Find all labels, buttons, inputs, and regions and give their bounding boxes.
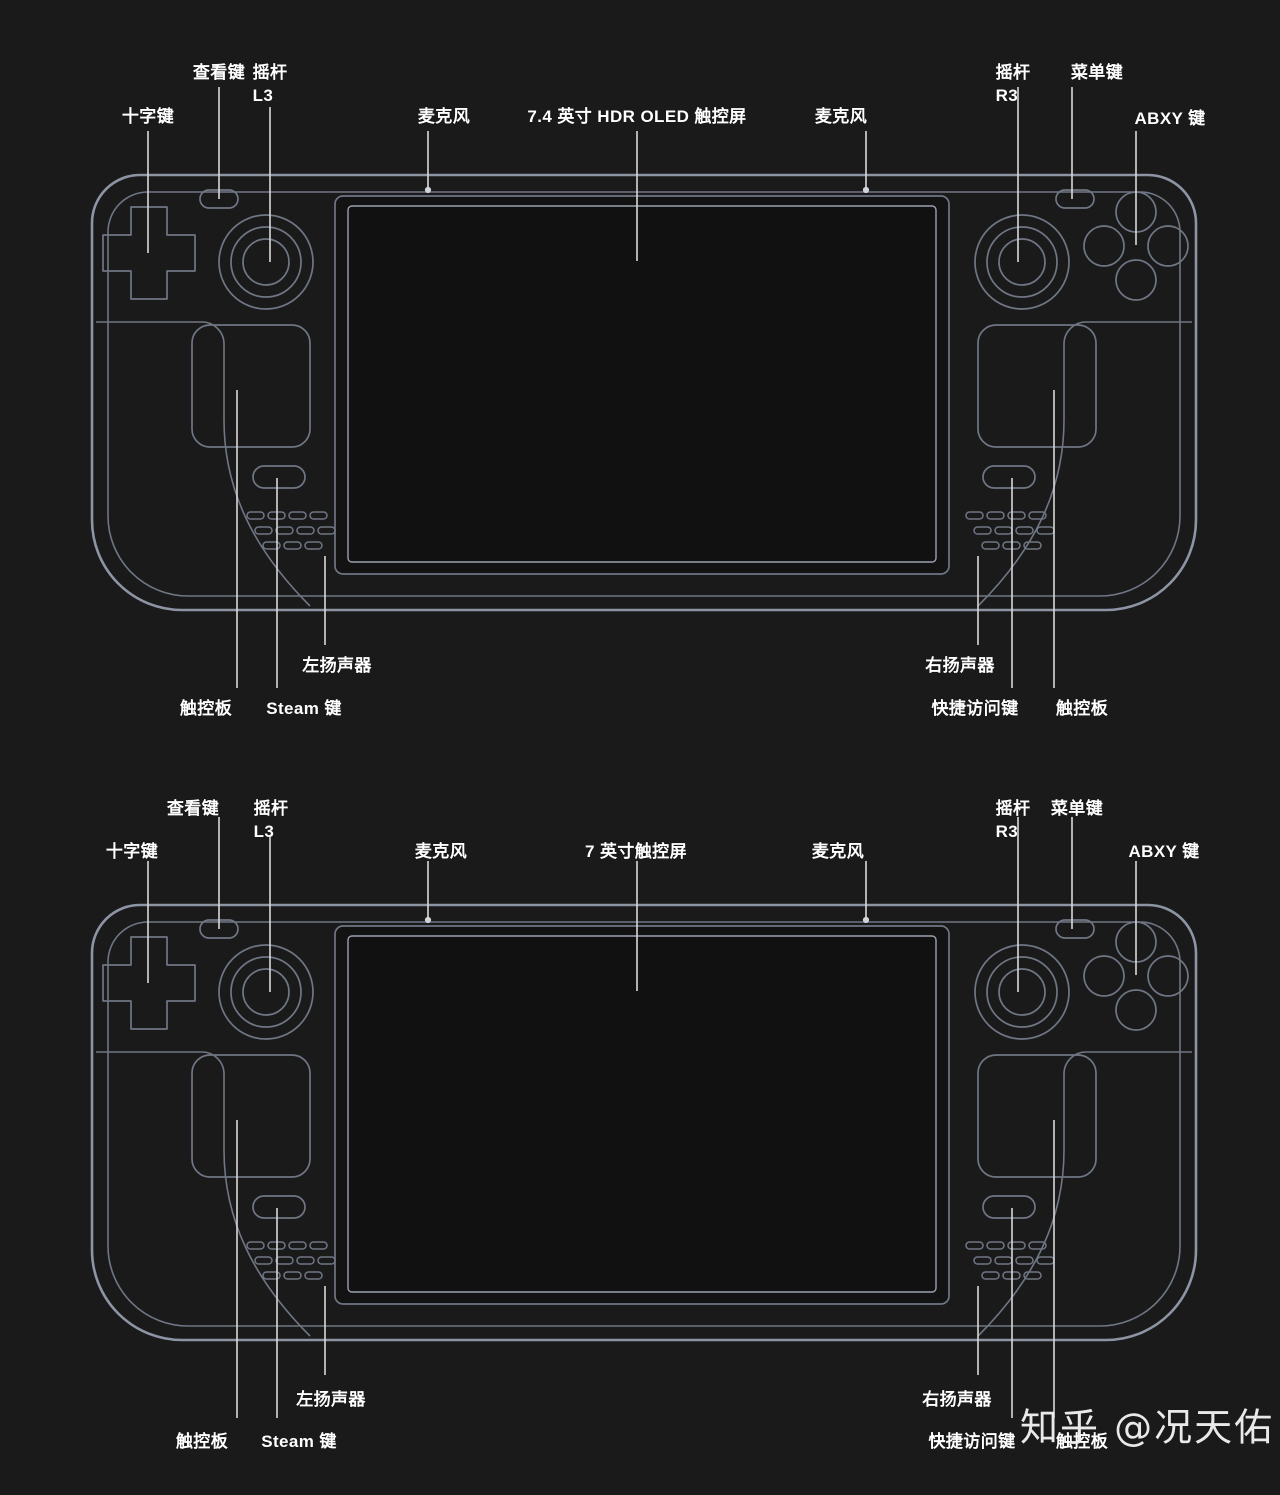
label-microphone-right: 麦克风 — [814, 107, 868, 126]
label-right-speaker-2: 右扬声器 — [922, 1390, 992, 1409]
device-linework — [90, 86, 1198, 1419]
label-right-stick: 摇杆 R3 — [995, 63, 1031, 105]
label-right-trackpad: 触控板 — [1055, 699, 1109, 718]
label-left-trackpad: 触控板 — [179, 699, 233, 718]
label-quick-access-2: 快捷访问键 — [928, 1432, 1016, 1451]
label-left-trackpad-2: 触控板 — [175, 1432, 229, 1451]
label-menu-button: 菜单键 — [1070, 63, 1124, 82]
label-microphone-left: 麦克风 — [417, 107, 471, 126]
label-steam-button: Steam 键 — [266, 699, 342, 718]
label-abxy-2: ABXY 键 — [1128, 842, 1200, 861]
label-display-2: 7 英寸触控屏 — [585, 842, 687, 861]
label-left-speaker: 左扬声器 — [302, 656, 372, 675]
device-oled — [90, 86, 1198, 689]
label-display: 7.4 英寸 HDR OLED 触控屏 — [527, 107, 747, 126]
label-left-stick-2: 摇杆 L3 — [253, 799, 289, 841]
label-left-stick: 摇杆 L3 — [252, 63, 288, 105]
label-quick-access: 快捷访问键 — [931, 699, 1019, 718]
label-menu-button-2: 菜单键 — [1050, 799, 1104, 818]
label-view-button-2: 查看键 — [166, 799, 220, 818]
label-abxy: ABXY 键 — [1134, 109, 1206, 128]
label-dpad: 十字键 — [121, 107, 175, 126]
device-lcd — [90, 816, 1198, 1419]
label-left-speaker-2: 左扬声器 — [296, 1390, 366, 1409]
label-microphone-left-2: 麦克风 — [414, 842, 468, 861]
label-dpad-2: 十字键 — [105, 842, 159, 861]
watermark: 知乎 @况天佑 — [1020, 1405, 1275, 1450]
label-right-speaker: 右扬声器 — [925, 656, 995, 675]
diagram-canvas: 十字键 查看键 摇杆 L3 麦克风 7.4 英寸 HDR OLED 触控屏 麦克… — [0, 0, 1280, 1495]
label-right-stick-2: 摇杆 R3 — [995, 799, 1031, 841]
label-view-button: 查看键 — [192, 63, 246, 82]
label-steam-button-2: Steam 键 — [261, 1432, 337, 1451]
label-microphone-right-2: 麦克风 — [811, 842, 865, 861]
